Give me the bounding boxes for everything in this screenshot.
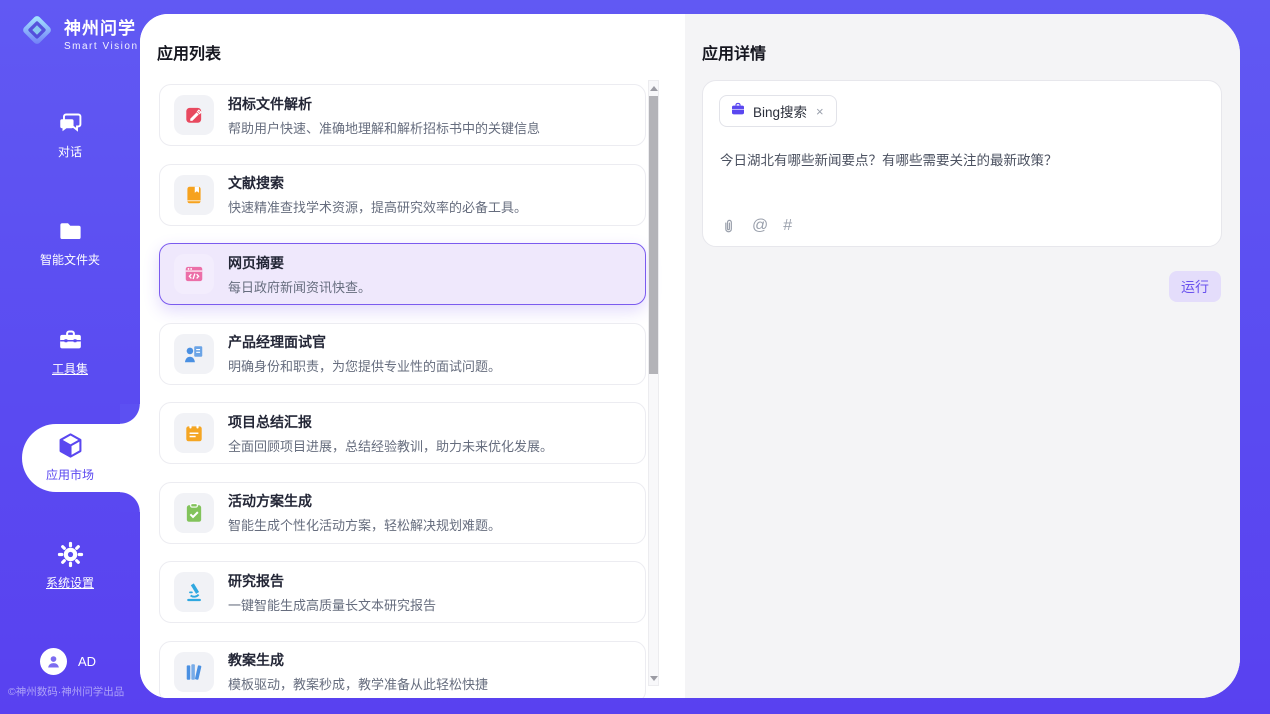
scroll-down-icon[interactable] — [649, 672, 658, 684]
cube-icon — [0, 431, 140, 460]
app-card[interactable]: 研究报告 一键智能生成高质量长文本研究报告 — [159, 561, 646, 623]
clipboard-check-icon — [174, 493, 214, 533]
tool-tag-bing-search[interactable]: Bing搜索 × — [719, 95, 837, 127]
notch-bottom — [120, 492, 140, 512]
prompt-card: Bing搜索 × 今日湖北有哪些新闻要点？有哪些需要关注的最新政策？ @ # — [702, 80, 1222, 247]
app-card-desc: 全面回顾项目进展，总结经验教训，助力未来优化发展。 — [228, 436, 553, 455]
app-list-title: 应用列表 — [157, 40, 221, 64]
sidebar-item-folder[interactable]: 智能文件夹 — [0, 218, 140, 268]
app-list-pane: 应用列表 招标文件解析 帮助用户快速、准确地理解和解析招标书中的关键信息 文献搜… — [140, 14, 685, 698]
scrollbar-thumb[interactable] — [649, 96, 658, 374]
attach-toolbar: @ # — [720, 217, 792, 235]
app-card[interactable]: 文献搜索 快速精准查找学术资源，提高研究效率的必备工具。 — [159, 164, 646, 226]
sidebar: 神州问学 Smart Vision 对话 智能文件夹 工具集 应用市场 系统设置… — [0, 0, 140, 714]
app-card-desc: 明确身份和职责，为您提供专业性的面试问题。 — [228, 356, 501, 375]
user-initials: AD — [78, 654, 96, 669]
app-card-title: 教案生成 — [228, 650, 488, 670]
brand-name: 神州问学 — [64, 14, 139, 39]
app-card-title: 活动方案生成 — [228, 491, 501, 511]
edit-doc-icon — [174, 95, 214, 135]
sidebar-item-chat[interactable]: 对话 — [0, 110, 140, 160]
app-card[interactable]: 教案生成 模板驱动，教案秒成，教学准备从此轻松快捷 — [159, 641, 646, 699]
app-card-desc: 模板驱动，教案秒成，教学准备从此轻松快捷 — [228, 674, 488, 693]
chat-icon — [0, 110, 140, 137]
brand-tagline: Smart Vision — [64, 41, 139, 52]
interviewer-icon — [174, 334, 214, 374]
app-card-desc: 帮助用户快速、准确地理解和解析招标书中的关键信息 — [228, 118, 540, 137]
folder-icon — [0, 218, 140, 245]
notch-top — [120, 404, 140, 424]
app-card-title: 研究报告 — [228, 571, 436, 591]
brand-logo: 神州问学 Smart Vision — [18, 11, 139, 54]
query-input[interactable]: 今日湖北有哪些新闻要点？有哪些需要关注的最新政策？ — [720, 151, 1206, 171]
app-card-desc: 每日政府新闻资讯快查。 — [228, 277, 371, 296]
paperclip-icon[interactable] — [720, 218, 737, 235]
gear-icon — [0, 541, 140, 568]
scrollbar[interactable] — [648, 80, 659, 686]
app-card[interactable]: 活动方案生成 智能生成个性化活动方案，轻松解决规划难题。 — [159, 482, 646, 544]
app-card[interactable]: 项目总结汇报 全面回顾项目进展，总结经验教训，助力未来优化发展。 — [159, 402, 646, 464]
books-icon — [174, 652, 214, 692]
app-card[interactable]: 产品经理面试官 明确身份和职责，为您提供专业性的面试问题。 — [159, 323, 646, 385]
app-card-title: 文献搜索 — [228, 173, 527, 193]
run-button[interactable]: 运行 — [1169, 271, 1221, 302]
sidebar-item-toolbox[interactable]: 工具集 — [0, 327, 140, 377]
app-card-title: 产品经理面试官 — [228, 332, 501, 352]
app-card[interactable]: 网页摘要 每日政府新闻资讯快查。 — [159, 243, 646, 305]
briefcase-icon — [730, 101, 746, 122]
sidebar-item-cube[interactable]: 应用市场 — [0, 431, 140, 483]
calendar-note-icon — [174, 413, 214, 453]
app-detail-pane: 应用详情 Bing搜索 × 今日湖北有哪些新闻要点？有哪些需要关注的最新政策？ — [685, 14, 1240, 698]
app-card-desc: 智能生成个性化活动方案，轻松解决规划难题。 — [228, 515, 501, 534]
diamond-logo-icon — [18, 11, 56, 54]
sidebar-item-gear[interactable]: 系统设置 — [0, 541, 140, 591]
app-card-title: 项目总结汇报 — [228, 412, 553, 432]
at-mention-icon[interactable]: @ — [752, 217, 768, 235]
toolbox-icon — [0, 327, 140, 354]
book-icon — [174, 175, 214, 215]
tool-tag-label: Bing搜索 — [753, 101, 807, 121]
microscope-icon — [174, 572, 214, 612]
copyright-text: ©神州数码·神州问学出品 — [8, 684, 124, 699]
app-card-title: 网页摘要 — [228, 253, 371, 273]
avatar[interactable] — [40, 648, 67, 675]
main-panel: 应用列表 招标文件解析 帮助用户快速、准确地理解和解析招标书中的关键信息 文献搜… — [140, 14, 1240, 698]
hash-icon[interactable]: # — [783, 217, 792, 235]
app-card-title: 招标文件解析 — [228, 94, 540, 114]
user-account[interactable]: AD — [40, 648, 96, 675]
tag-close-icon[interactable]: × — [814, 104, 826, 119]
app-card[interactable]: 招标文件解析 帮助用户快速、准确地理解和解析招标书中的关键信息 — [159, 84, 646, 146]
app-card-desc: 一键智能生成高质量长文本研究报告 — [228, 595, 436, 614]
browser-code-icon — [174, 254, 214, 294]
app-card-desc: 快速精准查找学术资源，提高研究效率的必备工具。 — [228, 197, 527, 216]
app-detail-title: 应用详情 — [702, 40, 766, 64]
scroll-up-icon[interactable] — [649, 82, 658, 94]
